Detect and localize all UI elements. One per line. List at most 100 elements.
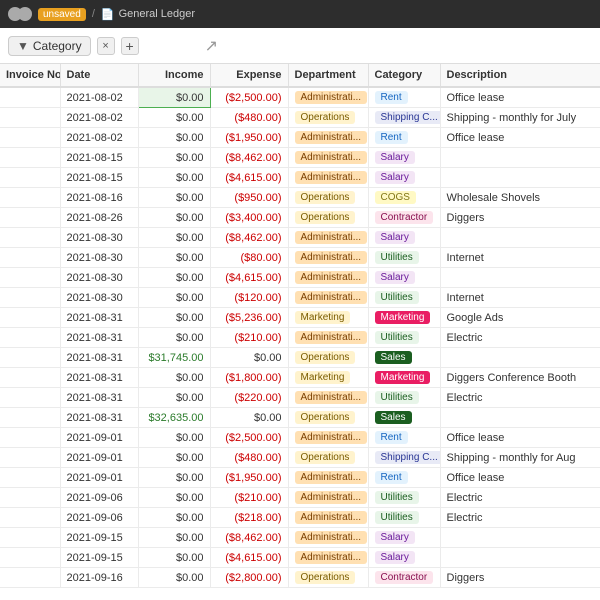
table-row[interactable]: 2021-08-31$32,635.00$0.00OperationsSales: [0, 408, 600, 428]
cell-income: $0.00: [138, 87, 210, 108]
cell-category: Salary: [368, 228, 440, 248]
cell-expense: ($4,615.00): [210, 548, 288, 568]
table-row[interactable]: 2021-08-30$0.00($8,462.00)Administrati..…: [0, 228, 600, 248]
table-row[interactable]: 2021-08-30$0.00($80.00)Administrati...Ut…: [0, 248, 600, 268]
cell-category: Rent: [368, 128, 440, 148]
cell-date: 2021-08-31: [60, 308, 138, 328]
cell-invoice: [0, 348, 60, 368]
table-row[interactable]: 2021-08-31$0.00($210.00)Administrati...U…: [0, 328, 600, 348]
cell-description: Diggers Conference Booth: [440, 368, 600, 388]
table-row[interactable]: 2021-09-15$0.00($4,615.00)Administrati..…: [0, 548, 600, 568]
table-row[interactable]: 2021-09-16$0.00($2,800.00)OperationsCont…: [0, 568, 600, 588]
cell-category: Salary: [368, 548, 440, 568]
cell-invoice: [0, 448, 60, 468]
table-row[interactable]: 2021-08-02$0.00($2,500.00)Administrati..…: [0, 87, 600, 108]
cell-date: 2021-08-31: [60, 348, 138, 368]
cell-department: Administrati...: [288, 468, 368, 488]
filter-category-button[interactable]: ▼ Category: [8, 36, 91, 56]
cell-department: Operations: [288, 568, 368, 588]
table-row[interactable]: 2021-08-31$31,745.00$0.00OperationsSales: [0, 348, 600, 368]
cell-date: 2021-08-15: [60, 148, 138, 168]
cell-date: 2021-08-30: [60, 268, 138, 288]
cell-income: $0.00: [138, 228, 210, 248]
cell-department: Operations: [288, 348, 368, 368]
cell-date: 2021-08-30: [60, 288, 138, 308]
cell-date: 2021-08-30: [60, 228, 138, 248]
close-filter-button[interactable]: ×: [97, 37, 115, 55]
cell-category: COGS: [368, 188, 440, 208]
table-row[interactable]: 2021-09-01$0.00($480.00)OperationsShippi…: [0, 448, 600, 468]
cell-expense: ($8,462.00): [210, 528, 288, 548]
cell-date: 2021-08-02: [60, 108, 138, 128]
document-icon: 📄: [101, 8, 115, 21]
cell-income: $0.00: [138, 248, 210, 268]
table-row[interactable]: 2021-08-02$0.00($480.00)OperationsShippi…: [0, 108, 600, 128]
cell-date: 2021-08-26: [60, 208, 138, 228]
cell-department: Administrati...: [288, 388, 368, 408]
cell-description: Office lease: [440, 428, 600, 448]
cell-income: $31,745.00: [138, 348, 210, 368]
table-row[interactable]: 2021-09-06$0.00($210.00)Administrati...U…: [0, 488, 600, 508]
cell-date: 2021-08-31: [60, 388, 138, 408]
col-header-description: Description: [440, 64, 600, 87]
cell-invoice: [0, 228, 60, 248]
cell-description: [440, 528, 600, 548]
cell-income: $0.00: [138, 108, 210, 128]
table-row[interactable]: 2021-08-26$0.00($3,400.00)OperationsCont…: [0, 208, 600, 228]
cell-invoice: [0, 368, 60, 388]
cell-department: Operations: [288, 448, 368, 468]
cell-category: Sales: [368, 408, 440, 428]
table-row[interactable]: 2021-09-01$0.00($1,950.00)Administrati..…: [0, 468, 600, 488]
cell-category: Shipping C...: [368, 108, 440, 128]
table-row[interactable]: 2021-08-31$0.00($5,236.00)MarketingMarke…: [0, 308, 600, 328]
cell-department: Administrati...: [288, 428, 368, 448]
toolbar: ▼ Category × + ↗: [0, 28, 600, 64]
cell-department: Administrati...: [288, 328, 368, 348]
cell-description: [440, 168, 600, 188]
table-row[interactable]: 2021-08-15$0.00($4,615.00)Administrati..…: [0, 168, 600, 188]
cell-expense: ($8,462.00): [210, 148, 288, 168]
cell-department: Marketing: [288, 308, 368, 328]
table-row[interactable]: 2021-08-30$0.00($4,615.00)Administrati..…: [0, 268, 600, 288]
cell-invoice: [0, 268, 60, 288]
table-row[interactable]: 2021-08-15$0.00($8,462.00)Administrati..…: [0, 148, 600, 168]
cell-date: 2021-08-02: [60, 128, 138, 148]
add-filter-button[interactable]: +: [121, 37, 139, 55]
cell-expense: ($4,615.00): [210, 268, 288, 288]
cell-date: 2021-08-31: [60, 368, 138, 388]
table-row[interactable]: 2021-09-06$0.00($218.00)Administrati...U…: [0, 508, 600, 528]
table-row[interactable]: 2021-08-31$0.00($1,800.00)MarketingMarke…: [0, 368, 600, 388]
table-row[interactable]: 2021-09-15$0.00($8,462.00)Administrati..…: [0, 528, 600, 548]
cell-department: Administrati...: [288, 488, 368, 508]
cell-description: [440, 348, 600, 368]
cell-income: $0.00: [138, 308, 210, 328]
cell-expense: ($210.00): [210, 328, 288, 348]
cell-category: Sales: [368, 348, 440, 368]
cell-category: Salary: [368, 148, 440, 168]
cell-income: $0.00: [138, 288, 210, 308]
cell-expense: ($3,400.00): [210, 208, 288, 228]
cell-description: Shipping - monthly for Aug: [440, 448, 600, 468]
cell-category: Utilities: [368, 248, 440, 268]
unsaved-badge: unsaved: [38, 8, 86, 21]
table-row[interactable]: 2021-08-02$0.00($1,950.00)Administrati..…: [0, 128, 600, 148]
cell-description: Office lease: [440, 468, 600, 488]
top-bar: unsaved / 📄 General Ledger: [0, 0, 600, 28]
table-row[interactable]: 2021-09-01$0.00($2,500.00)Administrati..…: [0, 428, 600, 448]
cell-department: Marketing: [288, 368, 368, 388]
funnel-icon: ▼: [17, 39, 29, 53]
cell-expense: ($480.00): [210, 448, 288, 468]
cell-description: Office lease: [440, 87, 600, 108]
cell-date: 2021-08-02: [60, 87, 138, 108]
cell-expense: ($120.00): [210, 288, 288, 308]
cell-income: $0.00: [138, 428, 210, 448]
cell-category: Salary: [368, 528, 440, 548]
cell-invoice: [0, 108, 60, 128]
cell-income: $32,635.00: [138, 408, 210, 428]
table-row[interactable]: 2021-08-30$0.00($120.00)Administrati...U…: [0, 288, 600, 308]
table-row[interactable]: 2021-08-31$0.00($220.00)Administrati...U…: [0, 388, 600, 408]
cell-income: $0.00: [138, 168, 210, 188]
cell-description: [440, 228, 600, 248]
cell-invoice: [0, 548, 60, 568]
table-row[interactable]: 2021-08-16$0.00($950.00)OperationsCOGSWh…: [0, 188, 600, 208]
